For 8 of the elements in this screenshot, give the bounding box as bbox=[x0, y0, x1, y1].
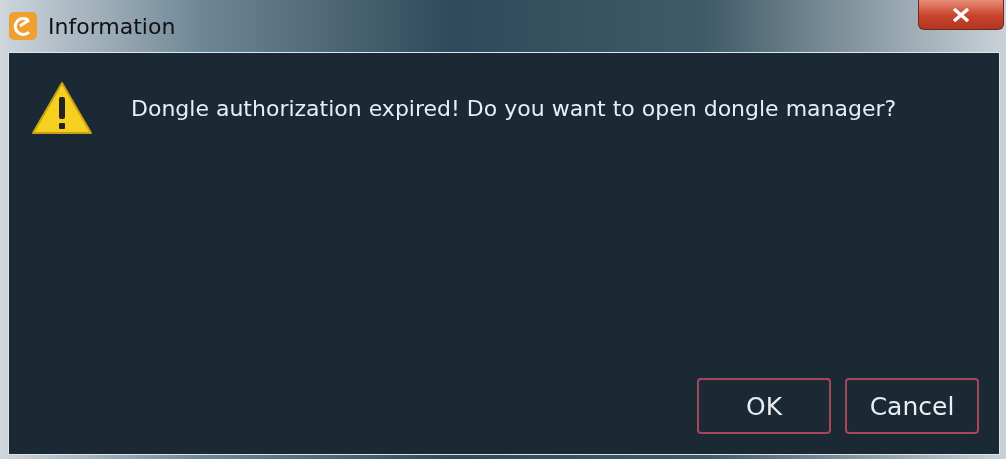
dialog-button[interactable]: Cancel bbox=[845, 378, 979, 434]
warning-icon bbox=[31, 81, 93, 135]
app-logo-icon bbox=[8, 11, 38, 41]
dialog-button[interactable]: OK bbox=[697, 378, 831, 434]
message-text: Dongle authorization expired! Do you want to open dongle manager? bbox=[131, 95, 897, 121]
close-icon bbox=[951, 6, 971, 23]
close-button[interactable] bbox=[918, 0, 1004, 30]
window-title: Information bbox=[48, 13, 176, 39]
